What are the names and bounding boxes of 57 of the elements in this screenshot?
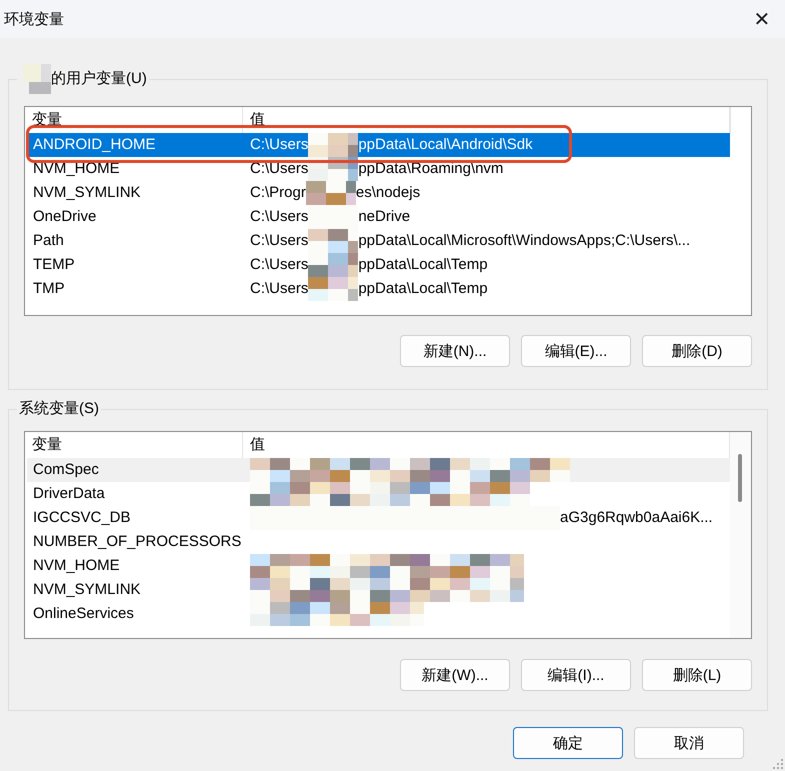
variable-value: C:\Users: [250, 135, 308, 155]
variable-name: NVM_HOME: [32, 159, 121, 179]
variable-row[interactable]: IGCCSVC_DB aG3g6Rqwb0aAai6K...: [27, 506, 730, 530]
variable-name: TEMP: [32, 255, 76, 275]
variable-name: ANDROID_HOME: [32, 135, 157, 155]
action-button[interactable]: 新建(N)...: [400, 335, 510, 367]
variable-name: DriverData: [32, 484, 106, 504]
variable-value: C:\Users: [250, 207, 308, 227]
resize-grip-icon[interactable]: [773, 759, 783, 769]
variable-name: OnlineServices: [32, 604, 135, 624]
variable-row[interactable]: OneDrive C:\Users neDrive: [27, 205, 730, 229]
variable-name: Path: [32, 231, 65, 251]
variable-name: NVM_HOME: [32, 556, 121, 576]
variable-name: ComSpec: [32, 460, 100, 480]
close-button[interactable]: ✕: [739, 3, 785, 35]
variable-name: NVM_SYMLINK: [32, 183, 142, 203]
variable-value: ppData\Local\Temp: [358, 255, 488, 275]
action-button[interactable]: 删除(D): [642, 335, 752, 367]
variable-row[interactable]: NVM_SYMLINK: [27, 578, 730, 602]
variable-row[interactable]: OnlineServices: [27, 602, 730, 626]
action-button[interactable]: 编辑(I)...: [521, 659, 631, 691]
action-button[interactable]: 编辑(E)...: [521, 335, 631, 367]
variable-value: ppData\Local\Android\Sdk: [358, 135, 533, 155]
variable-row[interactable]: DriverData: [27, 482, 730, 506]
variable-value: C:\Users: [250, 159, 308, 179]
variable-row[interactable]: ANDROID_HOME C:\Users ppData\Local\Android\Sdk: [27, 133, 730, 157]
variable-value: C:\Progr: [250, 183, 306, 203]
group-label: 的用户变量(U): [51, 69, 147, 89]
variable-row[interactable]: TEMP C:\Users ppData\Local\Temp: [27, 253, 730, 277]
variable-row[interactable]: ComSpec: [27, 458, 730, 482]
action-button[interactable]: 新建(W)...: [400, 659, 510, 691]
variable-value: es\nodejs: [356, 183, 420, 203]
variable-name: NVM_SYMLINK: [32, 580, 142, 600]
variable-value: C:\Users: [250, 231, 308, 251]
variable-value: C:\Users: [250, 255, 308, 275]
cancel-button[interactable]: 取消: [634, 727, 744, 759]
variable-name: OneDrive: [32, 207, 98, 227]
scrollbar[interactable]: [730, 432, 751, 638]
variable-value: C:\Users: [250, 279, 308, 299]
variable-name: IGCCSVC_DB: [32, 508, 132, 528]
variable-name: NUMBER_OF_PROCESSORS: [32, 532, 242, 552]
action-button[interactable]: 删除(L): [642, 659, 752, 691]
variable-row[interactable]: NVM_HOME: [27, 554, 730, 578]
group-label: 系统变量(S): [19, 399, 99, 419]
variable-row[interactable]: Path C:\Users ppData\Local\Microsoft\WindowsApps;C:\Users\...: [27, 229, 730, 253]
variable-value: neDrive: [358, 207, 410, 227]
variable-value: ppData\Local\Temp: [358, 279, 488, 299]
variable-row[interactable]: NUMBER_OF_PROCESSORS: [27, 530, 730, 554]
variable-row[interactable]: TMP C:\Users ppData\Local\Temp: [27, 277, 730, 301]
variable-name: TMP: [32, 279, 66, 299]
window-title: 环境变量: [4, 10, 64, 28]
variable-value: ppData\Local\Microsoft\WindowsApps;C:\Users\...: [358, 231, 690, 251]
variable-value: ppData\Roaming\nvm: [358, 159, 504, 179]
variable-row[interactable]: NVM_SYMLINK C:\Progr es\nodejs: [27, 181, 730, 205]
variable-value: aG3g6Rqwb0aAai6K...: [560, 508, 713, 528]
ok-button[interactable]: 确定: [513, 727, 623, 759]
variable-row[interactable]: NVM_HOME C:\Users ppData\Roaming\nvm: [27, 157, 730, 181]
